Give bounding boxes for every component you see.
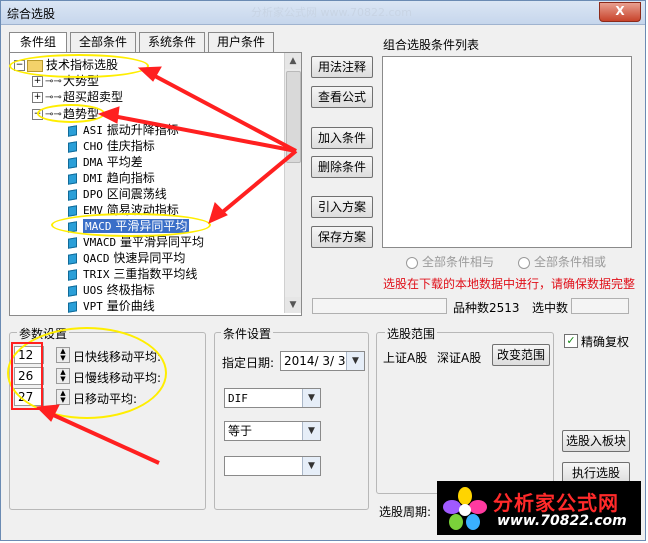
arrow-line — [217, 149, 298, 217]
stock-screener-window: 综合选股 分析家公式网 www.70822.com X 条件组 全部条件 系统条… — [0, 0, 646, 541]
arrow-line — [152, 73, 297, 153]
logo-url: www.70822.com — [497, 513, 627, 529]
annotation-arrows — [35, 66, 298, 465]
arrow-head — [97, 106, 120, 124]
logo-brand: 分析家公式网 — [493, 491, 619, 515]
site-logo: 分析家公式网 www.70822.com — [437, 481, 641, 535]
arrow-line — [48, 411, 160, 465]
arrow-line — [112, 114, 297, 153]
arrow-head — [35, 404, 60, 422]
arrow-head — [208, 202, 228, 224]
flower-logo-icon — [443, 487, 487, 530]
